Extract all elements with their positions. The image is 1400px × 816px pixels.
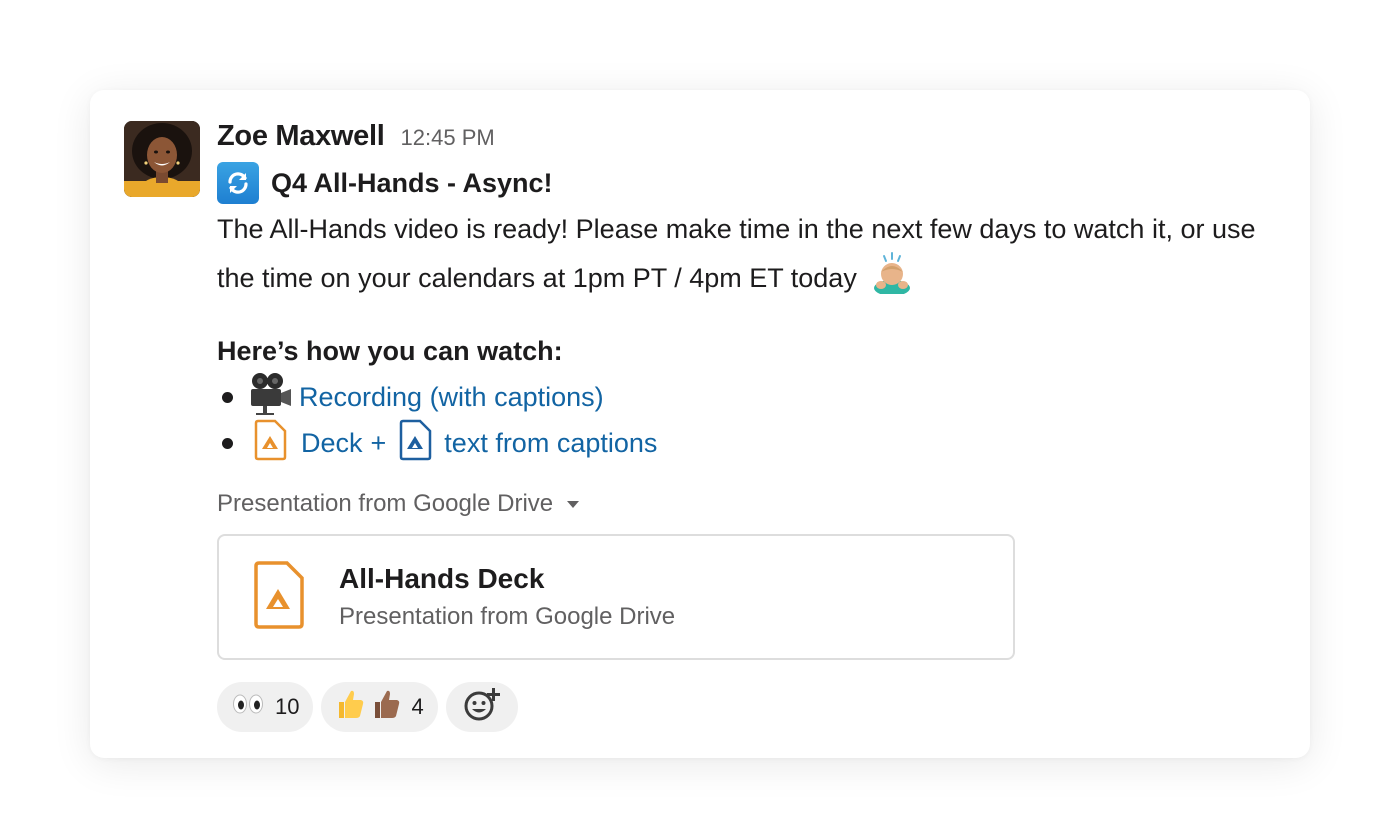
recording-link[interactable]: Recording (with captions) bbox=[299, 382, 604, 413]
reaction-thumbs-up[interactable]: 4 bbox=[321, 682, 438, 732]
deck-link[interactable]: Deck bbox=[301, 428, 363, 459]
avatar[interactable] bbox=[124, 121, 200, 197]
google-slides-file-icon bbox=[251, 560, 305, 635]
add-reaction-button[interactable] bbox=[445, 682, 518, 732]
plus-separator: + bbox=[370, 427, 387, 458]
attachment-label: Presentation from Google Drive bbox=[217, 490, 554, 517]
message-body: The All-Hands video is ready! Please mak… bbox=[217, 206, 1297, 308]
arrows-counterclockwise-icon bbox=[217, 162, 259, 204]
attachment-title[interactable]: All-Hands Deck bbox=[339, 563, 675, 595]
attachment-text: All-Hands Deck Presentation from Google … bbox=[339, 563, 675, 631]
list-item: Deck + text from captions bbox=[217, 419, 1297, 468]
reactions-bar: 10 4 bbox=[217, 682, 1297, 732]
list-item: Recording (with captions) bbox=[217, 372, 1297, 423]
google-doc-file-icon bbox=[398, 419, 432, 468]
attachment-card[interactable]: All-Hands Deck Presentation from Google … bbox=[217, 534, 1015, 660]
message-title: Q4 All-Hands - Async! bbox=[271, 167, 553, 198]
timestamp[interactable]: 12:45 PM bbox=[401, 125, 495, 151]
author-name[interactable]: Zoe Maxwell bbox=[217, 120, 385, 153]
watch-subhead: Here’s how you can watch: bbox=[217, 336, 563, 366]
google-slides-file-icon bbox=[253, 419, 287, 468]
message-content: Zoe Maxwell 12:45 PM Q4 All-Hands - Asyn… bbox=[217, 120, 1297, 732]
eyes-icon bbox=[231, 692, 265, 722]
movie-camera-icon bbox=[247, 372, 293, 423]
attachment-label-toggle[interactable]: Presentation from Google Drive bbox=[217, 484, 1297, 524]
reaction-count: 10 bbox=[275, 694, 300, 719]
person-bowing-icon bbox=[870, 252, 914, 308]
message-card: Zoe Maxwell 12:45 PM Q4 All-Hands - Asyn… bbox=[90, 90, 1310, 758]
bullet-dot bbox=[222, 437, 233, 449]
caret-down-icon[interactable] bbox=[567, 500, 580, 508]
attachment-subtitle: Presentation from Google Drive bbox=[339, 603, 676, 630]
thumbs-up-icon bbox=[335, 688, 365, 726]
bullet-dot bbox=[222, 391, 233, 403]
message-body-text: The All-Hands video is ready! Please mak… bbox=[217, 214, 1256, 294]
reaction-eyes[interactable]: 10 bbox=[217, 682, 314, 732]
captions-link[interactable]: text from captions bbox=[444, 428, 657, 459]
thumbs-up-dark-icon bbox=[371, 688, 401, 726]
reaction-count: 4 bbox=[411, 694, 424, 719]
message-header: Zoe Maxwell 12:45 PM bbox=[217, 120, 1297, 156]
message-title-row: Q4 All-Hands - Async! bbox=[217, 160, 1297, 206]
add-emoji-icon bbox=[462, 686, 502, 728]
